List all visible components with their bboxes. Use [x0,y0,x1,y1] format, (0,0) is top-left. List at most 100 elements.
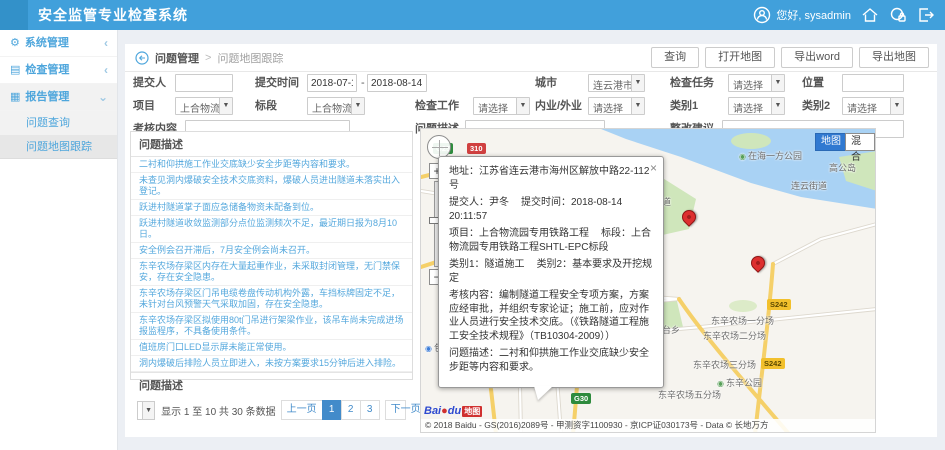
password-lock-icon[interactable] [889,6,907,24]
problem-link[interactable]: 二衬和仰拱施工作业交底缺少安全步距等内容和要求。 [131,157,412,173]
problem-link[interactable]: 值班房门口LED显示屏未能正常使用。 [131,340,412,356]
in-out-select[interactable]: 请选择▼ [588,97,645,115]
app-title: 安全监管专业检查系统 [38,0,188,30]
gear-icon: ⚙ [10,37,20,49]
refresh-circle-icon [135,51,149,65]
chevron-left-icon: ‹ [104,57,108,84]
problem-link[interactable]: 未查见洞内爆破安全技术交底资料，爆破人员进出隧道未落实出入登记。 [131,173,412,200]
dropdown-arrow-icon: ▼ [219,98,232,114]
submit-time-label: 提交时间 [255,74,299,92]
breadcrumb-bar: 问题管理 > 问题地图跟踪 查询 打开地图 导出word 导出地图 [125,44,937,72]
submitter-input[interactable] [175,74,233,92]
export-word-button[interactable]: 导出word [781,47,853,68]
export-map-button[interactable]: 导出地图 [859,47,929,68]
dropdown-arrow-icon: ▼ [516,98,529,114]
page-button[interactable]: 2 [341,400,361,420]
pagination-info: 显示 1 至 10 共 30 条数据 [161,403,275,418]
problem-link[interactable]: 跃进村隧道收敛监测部分点位监测频次不足，最近期日报为8月10日。 [131,216,412,243]
page-button[interactable]: 3 [360,400,380,420]
page-button[interactable]: 1 [322,400,342,420]
map-label: 东辛农场五分场 [658,388,721,401]
greeting-text: 您好, sysadmin [776,7,851,23]
query-button[interactable]: 查询 [651,47,699,68]
map-type-map-button[interactable]: 地图 [815,133,847,151]
user-avatar-icon [753,6,771,24]
chevron-left-icon: ‹ [104,30,108,57]
breadcrumb-section[interactable]: 问题管理 [155,50,199,66]
sidebar-item-report[interactable]: ▦报告管理 ⌄ [0,84,117,111]
sidebar: ⚙系统管理 ‹ ▤检查管理 ‹ ▦报告管理 ⌄ 问题查询 问题地图跟踪 [0,30,118,450]
work-select[interactable]: 请选择▼ [473,97,530,115]
sidebar-item-problem-query[interactable]: 问题查询 [0,111,117,135]
popup-cat1: 类别1：隧道施工 [449,259,525,270]
logout-icon[interactable] [917,6,935,24]
task-select[interactable]: 请选择▼ [728,74,785,92]
popup-project: 项目：上合物流园专用铁路工程 [449,228,589,239]
problem-link[interactable]: 东辛农场存梁区拟使用80t门吊进行架梁作业，该吊车尚未完成进场报监程序，不具备使… [131,313,412,340]
chevron-down-icon: ⌄ [98,84,108,111]
section-select[interactable]: 上合物流▼ [307,97,365,115]
sidebar-item-system[interactable]: ⚙系统管理 ‹ [0,30,117,57]
sidebar-item-label: 检查管理 [25,64,69,76]
road-badge: 310 [467,143,486,154]
open-map-button[interactable]: 打开地图 [705,47,775,68]
city-label: 城市 [535,74,557,92]
app-header: 安全监管专业检查系统 您好, sysadmin [0,0,945,30]
next-page-button[interactable]: 下一页 [385,400,406,420]
pagination-pages: 上一页 123 [282,400,380,420]
breadcrumb-page: 问题地图跟踪 [217,50,283,66]
position-input[interactable] [842,74,904,92]
cat1-select[interactable]: 请选择▼ [728,97,785,115]
dropdown-arrow-icon: ▼ [890,98,903,114]
popup-tail [534,386,553,400]
road-badge: S242 [761,358,785,369]
breadcrumb-separator: > [205,52,211,64]
popup-address: 地址：江苏省连云港市海州区解放中路22-112号 [449,166,649,191]
page-background [0,437,945,450]
problem-list-header: 问题描述 [131,132,412,157]
cat1-label: 类别1 [670,97,698,115]
task-label: 检查任务 [670,74,714,92]
in-out-label: 内业/外业 [535,97,582,115]
section-label: 标段 [255,97,277,115]
road-badge: S242 [767,299,791,310]
map-attribution: © 2018 Baidu - GS(2016)2089号 - 甲测资字11009… [421,419,875,432]
cat2-select[interactable]: 请选择▼ [842,97,904,115]
home-icon[interactable] [861,6,879,24]
date-separator: - [361,74,365,92]
city-select[interactable]: 连云港市▼ [588,74,645,92]
sidebar-item-inspection[interactable]: ▤检查管理 ‹ [0,57,117,84]
position-label: 位置 [802,74,824,92]
map-type-hybrid-button[interactable]: 混合 [845,133,875,151]
date-from-input[interactable] [307,74,357,92]
problem-link[interactable]: 安全例会召开滞后，7月安全例会尚未召开。 [131,243,412,259]
problem-link[interactable]: 东辛农场存梁区内存在大量起重作业，未采取封闭管理，无门禁保安，存在安全隐患。 [131,259,412,286]
problem-link[interactable]: 跃进村隧道掌子面应急储备物资未配备到位。 [131,200,412,216]
breadcrumb: 问题管理 > 问题地图跟踪 [135,44,283,72]
project-label: 项目 [133,97,155,115]
problem-link[interactable]: 东辛农场存梁区门吊电缆卷盘传动机构外露，车挡标牌固定不足，未针对台风预警天气采取… [131,286,412,313]
date-to-input[interactable] [367,74,427,92]
project-select[interactable]: 上合物流▼ [175,97,233,115]
road-badge: G30 [571,393,591,404]
problem-link[interactable]: 洞内爆破后排险人员立即进入，未按方案要求15分钟后进入排险。 [131,356,412,372]
sidebar-item-problem-map[interactable]: 问题地图跟踪 [0,135,117,159]
map-panel[interactable]: 在海一方公园高公岛连云街道云山街道新浦公园淮海工学院连云港市朝阳街道海州区桃花涧… [420,128,876,433]
sidebar-item-label: 报告管理 [25,91,69,103]
baidu-logo: Bai●du地图 [424,405,482,417]
cat2-label: 类别2 [802,97,830,115]
popup-description: 问题描述：二衬和仰拱施工作业交底缺少安全步距等内容和要求。 [449,347,653,374]
main-content: 问题管理 > 问题地图跟踪 查询 打开地图 导出word 导出地图 提交人 提交… [125,44,937,437]
map-label: 东辛农场二分场 [703,329,766,342]
page-size-select[interactable]: 10▼ [137,401,155,420]
map-label: 在海一方公园 [739,149,802,162]
problem-list: 二衬和仰拱施工作业交底缺少安全步距等内容和要求。未查见洞内爆破安全技术交底资料，… [131,157,412,372]
prev-page-button[interactable]: 上一页 [281,400,323,420]
close-icon[interactable]: × [650,160,657,176]
dropdown-arrow-icon: ▼ [771,75,784,91]
map-info-popup: × 地址：江苏省连云港市海州区解放中路22-112号 提交人：尹冬提交时间：20… [438,156,664,388]
dropdown-arrow-icon: ▼ [631,98,644,114]
dropdown-arrow-icon: ▼ [631,75,644,91]
map-label: 东辛农场三分场 [693,358,756,371]
popup-assessment: 考核内容：编制隧道工程安全专项方案，方案应经审批，并组织专家论证；施工前，应对作… [449,289,653,343]
